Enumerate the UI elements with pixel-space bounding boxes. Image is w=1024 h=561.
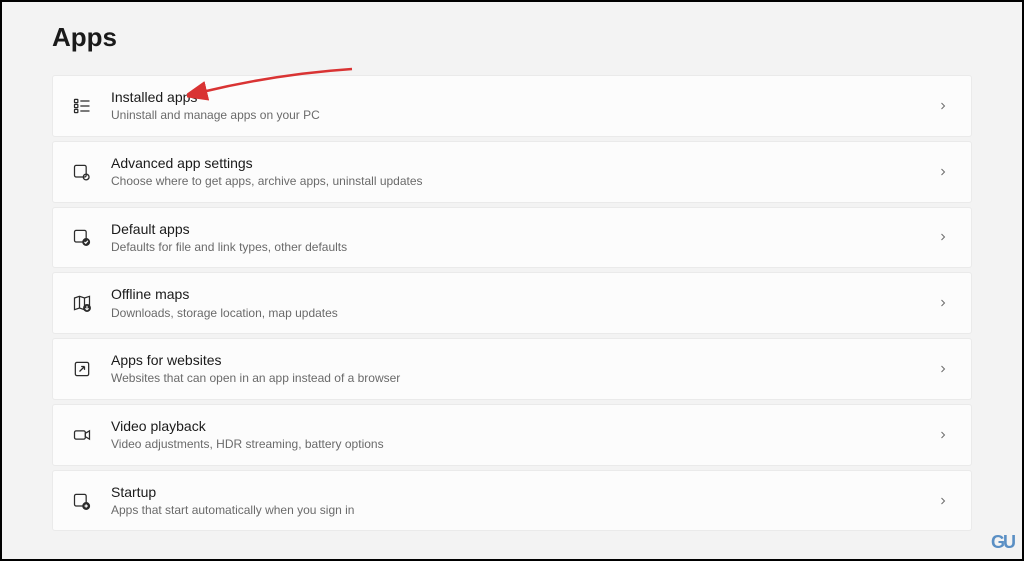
item-text: Installed apps Uninstall and manage apps… (111, 88, 937, 124)
default-apps-icon (71, 226, 93, 248)
startup-icon (71, 490, 93, 512)
item-description: Choose where to get apps, archive apps, … (111, 174, 937, 190)
item-description: Defaults for file and link types, other … (111, 240, 937, 256)
item-title: Apps for websites (111, 351, 937, 369)
item-text: Offline maps Downloads, storage location… (111, 285, 937, 321)
item-description: Apps that start automatically when you s… (111, 503, 937, 519)
settings-item-video-playback[interactable]: Video playback Video adjustments, HDR st… (52, 404, 972, 466)
page-title: Apps (52, 22, 972, 53)
settings-item-offline-maps[interactable]: Offline maps Downloads, storage location… (52, 272, 972, 334)
chevron-right-icon (937, 297, 949, 309)
chevron-right-icon (937, 495, 949, 507)
chevron-right-icon (937, 363, 949, 375)
item-title: Offline maps (111, 285, 937, 303)
apps-for-websites-icon (71, 358, 93, 380)
item-title: Video playback (111, 417, 937, 435)
settings-item-advanced-app-settings[interactable]: Advanced app settings Choose where to ge… (52, 141, 972, 203)
item-description: Downloads, storage location, map updates (111, 306, 937, 322)
advanced-app-settings-icon (71, 161, 93, 183)
settings-list: Installed apps Uninstall and manage apps… (52, 75, 972, 531)
item-text: Startup Apps that start automatically wh… (111, 483, 937, 519)
offline-maps-icon (71, 292, 93, 314)
item-description: Video adjustments, HDR streaming, batter… (111, 437, 937, 453)
item-title: Advanced app settings (111, 154, 937, 172)
video-playback-icon (71, 424, 93, 446)
settings-item-startup[interactable]: Startup Apps that start automatically wh… (52, 470, 972, 532)
item-text: Default apps Defaults for file and link … (111, 220, 937, 256)
item-title: Default apps (111, 220, 937, 238)
watermark: GU (991, 532, 1014, 553)
item-text: Apps for websites Websites that can open… (111, 351, 937, 387)
chevron-right-icon (937, 429, 949, 441)
item-text: Video playback Video adjustments, HDR st… (111, 417, 937, 453)
settings-item-default-apps[interactable]: Default apps Defaults for file and link … (52, 207, 972, 269)
settings-item-apps-for-websites[interactable]: Apps for websites Websites that can open… (52, 338, 972, 400)
item-description: Websites that can open in an app instead… (111, 371, 937, 387)
installed-apps-icon (71, 95, 93, 117)
chevron-right-icon (937, 100, 949, 112)
chevron-right-icon (937, 231, 949, 243)
item-title: Startup (111, 483, 937, 501)
settings-item-installed-apps[interactable]: Installed apps Uninstall and manage apps… (52, 75, 972, 137)
item-text: Advanced app settings Choose where to ge… (111, 154, 937, 190)
item-title: Installed apps (111, 88, 937, 106)
chevron-right-icon (937, 166, 949, 178)
item-description: Uninstall and manage apps on your PC (111, 108, 937, 124)
